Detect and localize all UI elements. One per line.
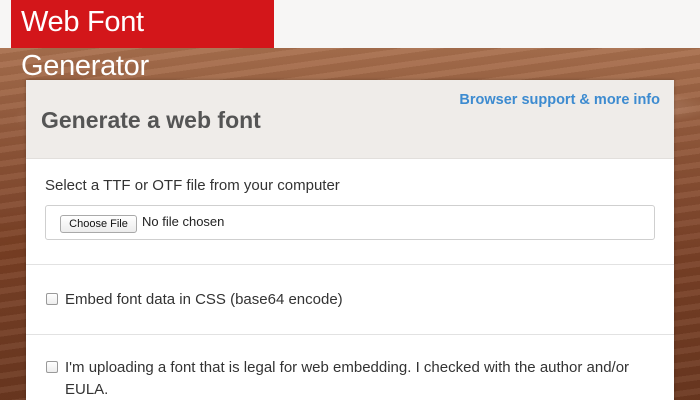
page-title: Generate a web font xyxy=(41,107,261,133)
legal-option[interactable]: I'm uploading a font that is legal for w… xyxy=(46,357,646,400)
embed-checkbox[interactable] xyxy=(46,293,58,305)
file-input[interactable]: Choose File No file chosen xyxy=(45,205,655,240)
file-status: No file chosen xyxy=(142,214,225,229)
legal-section: I'm uploading a font that is legal for w… xyxy=(26,335,674,400)
embed-section: Embed font data in CSS (base64 encode) xyxy=(26,265,674,335)
file-section: Select a TTF or OTF file from your compu… xyxy=(26,159,674,265)
legal-checkbox[interactable] xyxy=(46,361,58,373)
card-header: Generate a web font Browser support & mo… xyxy=(26,80,674,159)
site-logo[interactable]: Web Font Generator xyxy=(11,0,274,82)
file-label: Select a TTF or OTF file from your compu… xyxy=(45,177,340,194)
embed-option[interactable]: Embed font data in CSS (base64 encode) xyxy=(46,289,343,311)
legal-label[interactable]: I'm uploading a font that is legal for w… xyxy=(65,357,646,400)
browser-support-link[interactable]: Browser support & more info xyxy=(459,92,660,108)
choose-file-button[interactable]: Choose File xyxy=(60,215,137,233)
embed-label[interactable]: Embed font data in CSS (base64 encode) xyxy=(65,289,343,311)
generator-card: Generate a web font Browser support & mo… xyxy=(26,80,674,400)
